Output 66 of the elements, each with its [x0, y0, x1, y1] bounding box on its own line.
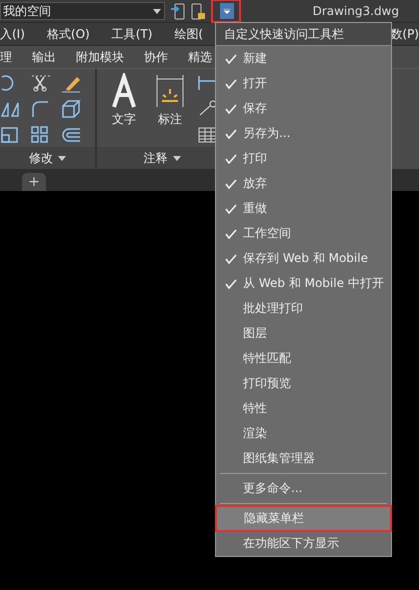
letter-icon[interactable]	[109, 73, 139, 109]
menu-item-label: 打印预览	[243, 375, 291, 392]
menu-item[interactable]: 放弃	[216, 171, 391, 196]
menu-item-label: 更多命令...	[243, 480, 302, 497]
menu-bar-item[interactable]: 工具(T)	[112, 26, 152, 42]
menu-item-label: 放弃	[243, 175, 267, 192]
menu-item[interactable]: 工作空间	[216, 221, 391, 246]
menu-item-label: 从 Web 和 Mobile 中打开	[243, 275, 384, 292]
menu-item-label: 打印	[243, 150, 267, 167]
menu-item-label: 保存	[243, 100, 267, 117]
menu-item[interactable]: 更多命令...	[216, 476, 391, 501]
ribbon-button[interactable]: 文字	[105, 73, 143, 147]
menu-item[interactable]: 新建	[216, 46, 391, 71]
menu-item-label: 在功能区下方显示	[243, 535, 339, 552]
menu-item-label: 图纸集管理器	[243, 450, 315, 467]
ribbon-button[interactable]: 标注	[151, 73, 189, 147]
document-title: Drawing3.dwg	[312, 4, 399, 18]
menu-item-label: 保存到 Web 和 Mobile	[243, 250, 368, 267]
menu-bar-item[interactable]: 格式(O)	[46, 26, 90, 42]
menu-title: 自定义快速访问工具栏	[216, 23, 391, 46]
menu-item-label: 重做	[243, 200, 267, 217]
panel-title[interactable]: 修改	[0, 147, 95, 169]
menu-item-label: 新建	[243, 50, 267, 67]
menu-item-label: 工作空间	[243, 225, 291, 242]
ribbon-tab[interactable]: 附加模块	[76, 48, 124, 66]
ribbon-tab[interactable]: 精选	[188, 48, 212, 66]
menu-item[interactable]: 渲染	[216, 421, 391, 446]
menu-item[interactable]: 打开	[216, 71, 391, 96]
customize-toolbar-button[interactable]	[220, 3, 234, 19]
ribbon-tab[interactable]: 协作	[144, 48, 168, 66]
caret-icon[interactable]	[223, 8, 231, 14]
menu-bar-item[interactable]: 入(I)	[0, 26, 25, 42]
menu-item[interactable]: 重做	[216, 196, 391, 221]
trim-icon[interactable]	[30, 73, 52, 93]
menu-item[interactable]: 在功能区下方显示	[216, 531, 391, 556]
menu-item[interactable]: 从 Web 和 Mobile 中打开	[216, 271, 391, 296]
cube-icon[interactable]	[60, 99, 82, 119]
menu-item-label: 隐藏菜单栏	[244, 510, 304, 527]
caret-icon[interactable]	[58, 156, 66, 160]
menu-bar-item[interactable]: 绘图(	[174, 26, 204, 42]
menu-item[interactable]: 保存	[216, 96, 391, 121]
new-tab-button[interactable]: +	[22, 173, 46, 191]
menu-item[interactable]: 另存为...	[216, 121, 391, 146]
phone-arrow-icon[interactable]	[171, 2, 185, 20]
menu-item[interactable]: 图层	[216, 321, 391, 346]
menu-item-label: 特性匹配	[243, 350, 291, 367]
ribbon-tab[interactable]: 理	[0, 48, 12, 66]
menu-item-label: 特性	[243, 400, 267, 417]
menu-item[interactable]: 图纸集管理器	[216, 446, 391, 471]
menu-item-label: 渲染	[243, 425, 267, 442]
menu-item[interactable]: 隐藏菜单栏	[216, 506, 391, 531]
menu-item[interactable]: 特性	[216, 396, 391, 421]
caret-icon[interactable]	[172, 156, 180, 160]
menu-item-label: 打开	[243, 75, 267, 92]
menu-item-label: 图层	[243, 325, 267, 342]
phone-folder-icon[interactable]	[191, 2, 205, 20]
ribbon-tab[interactable]: 输出	[32, 48, 56, 66]
menu-item[interactable]: 打印预览	[216, 371, 391, 396]
workspace-dropdown[interactable]: 我的空间	[0, 2, 165, 20]
menu-item-label: 另存为...	[243, 125, 290, 142]
dimension-icon[interactable]	[155, 73, 185, 109]
menu-item[interactable]: 保存到 Web 和 Mobile	[216, 246, 391, 271]
menu-item[interactable]: 批处理打印	[216, 296, 391, 321]
caret-icon[interactable]	[153, 8, 161, 14]
menu-item[interactable]: 特性匹配	[216, 346, 391, 371]
menu-item-label: 批处理打印	[243, 300, 303, 317]
